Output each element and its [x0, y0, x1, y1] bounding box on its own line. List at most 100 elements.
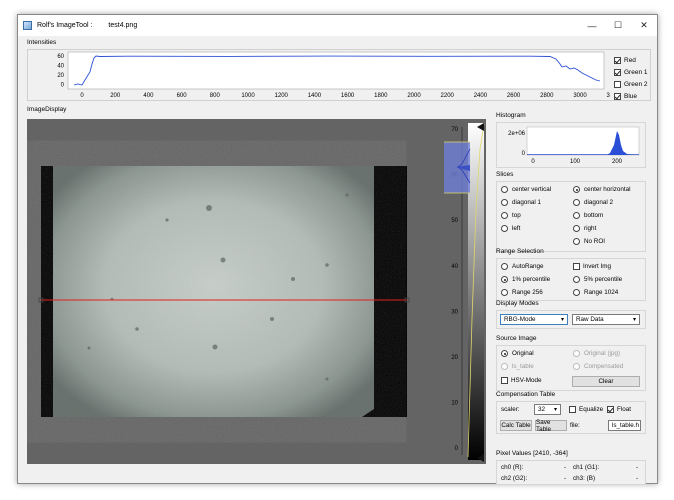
colorbar[interactable]: 706050403020100 — [432, 119, 486, 464]
source-original-jpg[interactable]: Original (jpg) — [573, 350, 620, 357]
display-modes-label: Display Modes — [496, 300, 539, 307]
range-1-percentile[interactable]: 1% percentile — [501, 276, 550, 283]
window-file-name: test4.png — [108, 22, 138, 29]
slice-no-roi[interactable]: No ROI — [573, 238, 605, 245]
source-ls-table-radio[interactable] — [501, 363, 508, 370]
equalize-label: Equalize — [579, 406, 604, 413]
ch3-value: - — [636, 475, 639, 482]
slices-label: Slices — [496, 171, 514, 178]
channel-green2-checkbox[interactable] — [614, 80, 621, 88]
slice-center-vertical[interactable]: center vertical — [501, 186, 551, 193]
invert-image-checkbox[interactable] — [573, 263, 580, 270]
channel-red-row[interactable]: Red — [614, 54, 648, 66]
colorbar-tick: 70 — [451, 127, 458, 133]
minimize-button[interactable]: — — [579, 15, 605, 36]
chevron-down-icon: ▾ — [632, 317, 636, 323]
channel-green2-row[interactable]: Green 2 — [614, 78, 648, 90]
slice-no-roi-radio[interactable] — [573, 238, 580, 245]
intensity-xtick: 400 — [143, 93, 154, 99]
source-original[interactable]: Original — [501, 350, 534, 357]
calc-table-button[interactable]: Calc Table — [500, 420, 532, 431]
float-checkbox[interactable] — [607, 406, 614, 413]
channel-blue-checkbox[interactable] — [614, 92, 621, 100]
intensity-xtick: 2800 — [540, 93, 554, 99]
slice-top-label: top — [512, 212, 521, 219]
slice-diagonal-1-radio[interactable] — [501, 199, 508, 206]
file-label: file: — [570, 422, 580, 429]
intensity-ytick: 60 — [57, 54, 64, 60]
intensity-ytick: 40 — [57, 64, 64, 70]
intensity-xtick: 1400 — [308, 93, 322, 99]
channel-red-checkbox[interactable] — [614, 56, 621, 64]
channel-checkboxes: Red Green 1 Green 2 Blue — [614, 54, 648, 102]
slice-left[interactable]: left — [501, 225, 520, 232]
invert-image-label: Invert Img — [583, 263, 611, 270]
hsv-mode-label: HSV-Mode — [511, 377, 542, 384]
slice-bottom[interactable]: bottom — [573, 212, 603, 219]
slice-diagonal-1[interactable]: diagonal 1 — [501, 199, 541, 206]
range-256-radio[interactable] — [501, 289, 508, 296]
intensity-xtick: 1200 — [275, 93, 289, 99]
ch1-label: ch1 (G1): — [573, 464, 600, 471]
range-1024-label: Range 1024 — [584, 289, 619, 296]
slice-left-label: left — [512, 225, 521, 232]
clear-button[interactable]: Clear — [572, 376, 640, 387]
range-autorange-label: AutoRange — [512, 263, 544, 270]
slice-diagonal-2-radio[interactable] — [573, 199, 580, 206]
slice-center-horizontal-radio[interactable] — [573, 186, 580, 193]
colorbar-tick: 20 — [451, 355, 458, 361]
source-compensated[interactable]: Compensated — [573, 363, 623, 370]
slice-center-horizontal[interactable]: center horizontal — [573, 186, 631, 193]
equalize-option[interactable]: Equalize — [569, 406, 603, 413]
range-autorange-radio[interactable] — [501, 263, 508, 270]
slice-left-radio[interactable] — [501, 225, 508, 232]
hsv-mode[interactable]: HSV-Mode — [501, 377, 541, 384]
intensity-xtick: 2400 — [474, 93, 488, 99]
slice-center-vertical-radio[interactable] — [501, 186, 508, 193]
slice-bottom-radio[interactable] — [573, 212, 580, 219]
source-compensated-radio[interactable] — [573, 363, 580, 370]
range-1024[interactable]: Range 1024 — [573, 289, 618, 296]
scaler-select[interactable]: 32 ▾ — [534, 404, 561, 415]
scaler-label: scaler: — [501, 406, 520, 413]
save-table-button[interactable]: Save Table — [535, 419, 567, 433]
source-original-jpg-radio[interactable] — [573, 350, 580, 357]
channel-green1-checkbox[interactable] — [614, 68, 621, 76]
window-title: Rolf's ImageTool : — [37, 22, 93, 29]
range-1024-radio[interactable] — [573, 289, 580, 296]
range-autorange[interactable]: AutoRange — [501, 263, 544, 270]
image-display-canvas[interactable] — [27, 119, 432, 464]
file-name-field[interactable]: ls_table.h — [608, 420, 641, 431]
slice-top-radio[interactable] — [501, 212, 508, 219]
source-original-radio[interactable] — [501, 350, 508, 357]
source-ls-table[interactable]: ls_table — [501, 363, 534, 370]
slices-section: Slices center vertical center horizontal… — [496, 171, 646, 252]
range-5-percentile-label: 5% percentile — [584, 276, 623, 283]
slice-right[interactable]: right — [573, 225, 596, 232]
display-mode-select[interactable]: RBG-Mode ▾ — [500, 314, 568, 325]
channel-blue-row[interactable]: Blue — [614, 90, 648, 102]
data-mode-select[interactable]: Raw Data ▾ — [572, 314, 640, 325]
range-5-percentile-radio[interactable] — [573, 276, 580, 283]
maximize-button[interactable]: ☐ — [605, 15, 631, 36]
range-1-percentile-radio[interactable] — [501, 276, 508, 283]
intensities-label: Intensities — [27, 39, 57, 46]
title-bar: Rolf's ImageTool : test4.png — ☐ ✕ — [18, 15, 657, 36]
slice-right-radio[interactable] — [573, 225, 580, 232]
close-button[interactable]: ✕ — [631, 15, 657, 36]
range-256[interactable]: Range 256 — [501, 289, 543, 296]
hist-ytick-top: 2e+06 — [508, 131, 526, 137]
channel-green1-row[interactable]: Green 1 — [614, 66, 648, 78]
histogram-label: Histogram — [496, 112, 526, 119]
float-option[interactable]: Float — [607, 406, 631, 413]
channel-green2-label: Green 2 — [624, 80, 648, 88]
app-icon — [23, 21, 32, 30]
hsv-mode-checkbox[interactable] — [501, 377, 508, 384]
invert-image[interactable]: Invert Img — [573, 263, 611, 270]
slice-diagonal-2[interactable]: diagonal 2 — [573, 199, 613, 206]
source-original-label: Original — [512, 350, 534, 357]
slice-top[interactable]: top — [501, 212, 521, 219]
channel-green1-label: Green 1 — [624, 68, 648, 76]
range-5-percentile[interactable]: 5% percentile — [573, 276, 622, 283]
equalize-checkbox[interactable] — [569, 406, 576, 413]
